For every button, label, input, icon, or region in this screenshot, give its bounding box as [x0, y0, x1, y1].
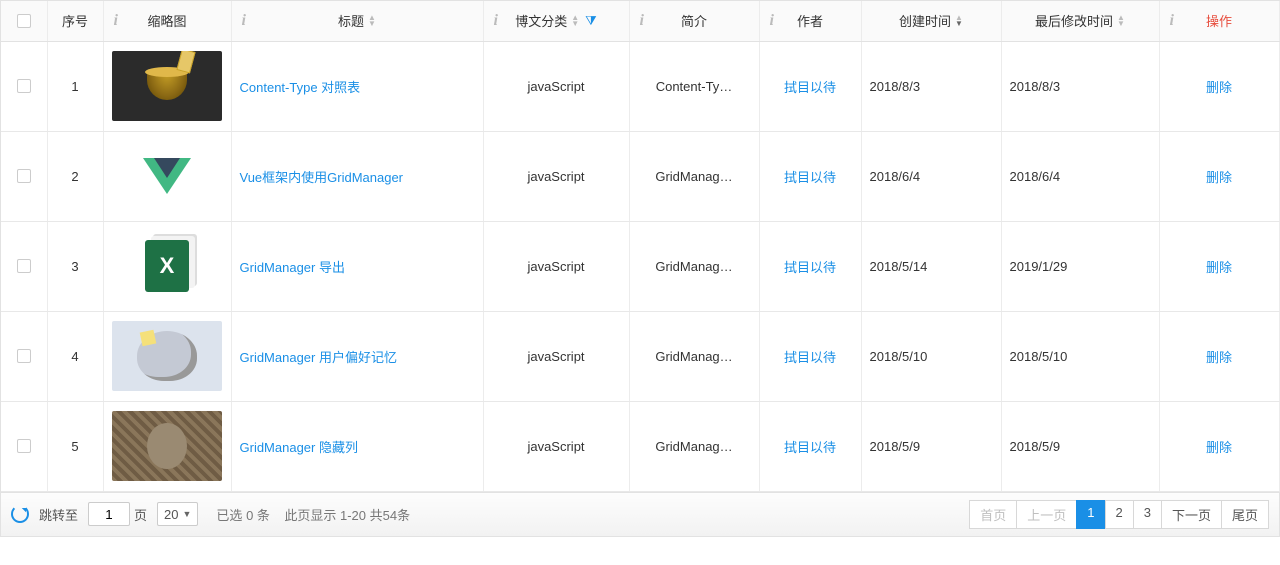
category-text: javaScript [527, 349, 584, 364]
delete-button[interactable]: 删除 [1206, 437, 1232, 456]
delete-button[interactable]: 删除 [1206, 167, 1232, 186]
info-icon[interactable]: i [114, 12, 118, 30]
info-icon[interactable]: i [770, 12, 774, 30]
title-link[interactable]: GridManager 隐藏列 [240, 437, 358, 456]
delete-button[interactable]: 删除 [1206, 257, 1232, 276]
table-row: 5 GridManager 隐藏列 javaScript GridManag… … [1, 401, 1279, 491]
thumbnail [112, 51, 222, 121]
sort-icon[interactable]: ▲▼ [955, 15, 963, 27]
col-thumb-label: 缩略图 [147, 11, 186, 30]
sort-icon[interactable]: ▲▼ [571, 15, 579, 27]
first-page-button[interactable]: 首页 [969, 500, 1017, 529]
info-icon[interactable]: i [242, 12, 246, 30]
delete-button[interactable]: 删除 [1206, 77, 1232, 96]
table-footer: 跳转至 页 20 ▼ 已选 0 条 此页显示 1-20 共54条 首页 上一页 … [0, 493, 1280, 537]
intro-text: GridManag… [655, 259, 732, 274]
thumbnail [112, 141, 222, 211]
grid-table: 序号 i 缩略图 i 标题 ▲▼ i 博文分类 ▲▼ ⧩ i 简介 i 作者 创建时间 ▲▼ 最后… [0, 0, 1280, 493]
author-link[interactable]: 拭目以待 [784, 77, 836, 96]
col-intro-label: 简介 [681, 11, 707, 30]
row-index: 5 [71, 439, 78, 454]
col-index-label: 序号 [62, 11, 88, 30]
select-all-checkbox[interactable] [17, 14, 31, 28]
modified-text: 2019/1/29 [1010, 259, 1068, 274]
intro-text: GridManag… [655, 169, 732, 184]
row-checkbox[interactable] [17, 79, 31, 93]
row-index: 3 [71, 259, 78, 274]
table-row: 3 X GridManager 导出 javaScript GridManag…… [1, 221, 1279, 311]
caret-down-icon: ▼ [183, 509, 192, 519]
table-header-row: 序号 i 缩略图 i 标题 ▲▼ i 博文分类 ▲▼ ⧩ i 简介 i 作者 创建时间 ▲▼ 最后… [1, 1, 1279, 41]
title-link[interactable]: Vue框架内使用GridManager [240, 167, 404, 186]
table-row: 1 Content-Type 对照表 javaScript Content-Ty… [1, 41, 1279, 131]
category-text: javaScript [527, 79, 584, 94]
sort-icon[interactable]: ▲▼ [368, 15, 376, 27]
prev-page-button[interactable]: 上一页 [1016, 500, 1077, 529]
thumbnail [112, 411, 222, 481]
author-link[interactable]: 拭目以待 [784, 167, 836, 186]
title-link[interactable]: GridManager 用户偏好记忆 [240, 347, 397, 366]
thumbnail [112, 321, 222, 391]
row-index: 2 [71, 169, 78, 184]
intro-text: Content-Ty… [656, 79, 733, 94]
page-size-select[interactable]: 20 ▼ [157, 502, 198, 526]
category-text: javaScript [527, 169, 584, 184]
page-number-button[interactable]: 2 [1105, 500, 1134, 529]
info-icon[interactable]: i [494, 12, 498, 30]
table-row: 4 GridManager 用户偏好记忆 javaScript GridMana… [1, 311, 1279, 401]
pager: 首页 上一页 1 2 3 下一页 尾页 [970, 500, 1269, 529]
row-checkbox[interactable] [17, 349, 31, 363]
thumbnail: X [112, 231, 222, 301]
last-page-button[interactable]: 尾页 [1221, 500, 1269, 529]
info-icon[interactable]: i [640, 12, 644, 30]
created-text: 2018/5/14 [870, 259, 928, 274]
page-number-button[interactable]: 3 [1133, 500, 1162, 529]
delete-button[interactable]: 删除 [1206, 347, 1232, 366]
created-text: 2018/5/10 [870, 349, 928, 364]
intro-text: GridManag… [655, 349, 732, 364]
category-text: javaScript [527, 439, 584, 454]
author-link[interactable]: 拭目以待 [784, 257, 836, 276]
intro-text: GridManag… [655, 439, 732, 454]
title-link[interactable]: GridManager 导出 [240, 257, 345, 276]
page-input[interactable] [88, 502, 130, 526]
row-index: 1 [71, 79, 78, 94]
sort-icon[interactable]: ▲▼ [1117, 15, 1125, 27]
category-text: javaScript [527, 259, 584, 274]
col-action-label: 操作 [1206, 11, 1232, 30]
author-link[interactable]: 拭目以待 [784, 347, 836, 366]
next-page-button[interactable]: 下一页 [1161, 500, 1222, 529]
created-text: 2018/6/4 [870, 169, 921, 184]
refresh-icon[interactable] [11, 505, 29, 523]
modified-text: 2018/5/10 [1010, 349, 1068, 364]
modified-text: 2018/6/4 [1010, 169, 1061, 184]
page-unit: 页 [134, 505, 147, 524]
modified-text: 2018/8/3 [1010, 79, 1061, 94]
author-link[interactable]: 拭目以待 [784, 437, 836, 456]
jump-label: 跳转至 [39, 505, 78, 524]
title-link[interactable]: Content-Type 对照表 [240, 77, 361, 96]
created-text: 2018/5/9 [870, 439, 921, 454]
row-checkbox[interactable] [17, 439, 31, 453]
row-checkbox[interactable] [17, 259, 31, 273]
row-checkbox[interactable] [17, 169, 31, 183]
col-category-label: 博文分类 [515, 11, 567, 30]
row-index: 4 [71, 349, 78, 364]
page-number-button[interactable]: 1 [1076, 500, 1105, 529]
page-size-value: 20 [164, 507, 178, 522]
col-created-label: 创建时间 [899, 11, 951, 30]
filter-icon[interactable]: ⧩ [585, 13, 597, 29]
selection-info: 已选 0 条 此页显示 1-20 共54条 [216, 505, 410, 524]
col-modified-label: 最后修改时间 [1035, 11, 1113, 30]
created-text: 2018/8/3 [870, 79, 921, 94]
col-title-label: 标题 [338, 11, 364, 30]
info-icon[interactable]: i [1170, 12, 1174, 30]
table-row: 2 Vue框架内使用GridManager javaScript GridMan… [1, 131, 1279, 221]
modified-text: 2018/5/9 [1010, 439, 1061, 454]
col-author-label: 作者 [797, 11, 823, 30]
